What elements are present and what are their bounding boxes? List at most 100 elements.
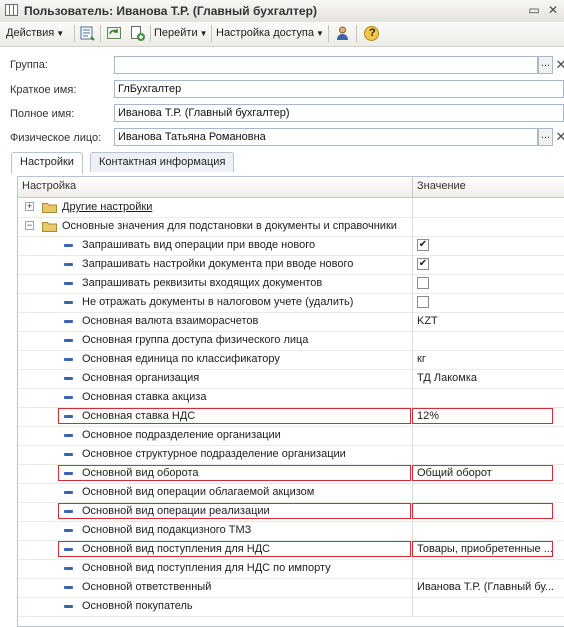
group-label-other: Другие настройки (62, 201, 153, 213)
table-row[interactable]: Запрашивать реквизиты входящих документо… (18, 274, 564, 294)
group-label: Группа: (10, 59, 48, 71)
column-divider (412, 331, 413, 350)
setting-item-icon (64, 282, 73, 285)
table-row[interactable]: Основное подразделение организации (18, 426, 564, 446)
setting-item-icon (64, 605, 73, 608)
tab-settings[interactable]: Настройки (11, 152, 83, 174)
short-name-field[interactable]: ГлБухгалтер (114, 80, 564, 98)
setting-item-icon (64, 434, 73, 437)
person-select-button[interactable]: ... (538, 128, 553, 146)
full-name-field[interactable]: Иванова Т.Р. (Главный бухгалтер) (114, 104, 564, 122)
column-divider (412, 274, 413, 293)
group-select-button[interactable]: ... (538, 56, 553, 74)
setting-item-icon (64, 339, 73, 342)
toolbar: Действия ▼ Перейти ▼ Настройка доступа ▼ ? (0, 22, 564, 47)
toolbar-divider (74, 25, 75, 42)
setting-item-icon (64, 244, 73, 247)
short-name-label: Краткое имя: (10, 84, 77, 96)
tab-contact-info[interactable]: Контактная информация (90, 152, 235, 172)
highlight-frame-name (58, 465, 411, 481)
person-clear-button[interactable]: ✕ (554, 128, 564, 146)
group-clear-button[interactable]: ✕ (554, 56, 564, 74)
setting-item-icon (64, 491, 73, 494)
column-header-value[interactable]: Значение (417, 180, 466, 192)
toolbar-divider (150, 25, 151, 42)
table-row[interactable]: Основной покупатель (18, 597, 564, 617)
access-settings-menu[interactable]: Настройка доступа ▼ (216, 24, 324, 43)
add-copy-icon[interactable] (129, 25, 146, 42)
setting-name: Основная ставка акциза (82, 391, 207, 403)
table-row[interactable]: Основная ставка акциза (18, 388, 564, 408)
setting-name: Основной вид поступления для НДС по импо… (82, 562, 331, 574)
setting-value[interactable]: KZT (417, 315, 557, 327)
setting-checkbox[interactable]: ✔ (417, 239, 429, 251)
highlight-frame-name (58, 541, 411, 557)
toolbar-divider (211, 25, 212, 42)
settings-table[interactable]: Настройка Значение + Другие настройки − … (17, 176, 564, 627)
setting-name: Основной вид подакцизного ТМЗ (82, 524, 252, 536)
table-row[interactable]: Основное структурное подразделение орган… (18, 445, 564, 465)
table-row[interactable]: Основной вид подакцизного ТМЗ (18, 521, 564, 541)
column-divider (412, 293, 413, 312)
folder-icon (42, 203, 57, 213)
table-row[interactable]: Основная организация ТД Лакомка (18, 369, 564, 389)
setting-name: Основное структурное подразделение орган… (82, 448, 346, 460)
setting-name: Основная группа доступа физического лица (82, 334, 309, 346)
setting-checkbox[interactable] (417, 277, 429, 289)
dropdown-arrow-icon: ▼ (56, 29, 65, 38)
setting-value[interactable]: ТД Лакомка (417, 372, 557, 384)
setting-item-icon (64, 358, 73, 361)
group-field[interactable] (114, 56, 538, 74)
toolbar-divider (328, 25, 329, 42)
toolbar-divider (356, 25, 357, 42)
table-row[interactable]: Основной вид операции облагаемой акцизом (18, 483, 564, 503)
column-divider (412, 312, 413, 331)
folder-icon (42, 222, 57, 232)
group-row-other[interactable]: + Другие настройки (18, 198, 564, 218)
person-label: Физическое лицо: (10, 132, 102, 144)
setting-checkbox[interactable]: ✔ (417, 258, 429, 270)
toolbar-divider (100, 25, 101, 42)
refresh-icon[interactable] (106, 25, 123, 42)
table-row[interactable]: Запрашивать вид операции при вводе новог… (18, 236, 564, 256)
save-close-icon[interactable] (79, 25, 96, 42)
expand-icon[interactable]: + (25, 202, 34, 211)
setting-item-icon (64, 263, 73, 266)
table-row[interactable]: Основной ответственный Иванова Т.Р. (Глав… (18, 578, 564, 598)
table-row[interactable]: Основная единица по классификатору кг (18, 350, 564, 370)
setting-name: Основная единица по классификатору (82, 353, 280, 365)
column-divider (412, 597, 413, 616)
collapse-icon[interactable]: − (25, 221, 34, 230)
setting-checkbox[interactable] (417, 296, 429, 308)
column-divider (412, 198, 413, 217)
actions-menu[interactable]: Действия ▼ (6, 24, 64, 43)
column-divider (412, 350, 413, 369)
column-divider (412, 255, 413, 274)
setting-value[interactable]: Иванова Т.Р. (Главный бу... (417, 581, 557, 593)
person-field[interactable]: Иванова Татьяна Романовна (114, 128, 538, 146)
setting-name: Основной ответственный (82, 581, 212, 593)
column-divider (412, 578, 413, 597)
setting-name: Основная организация (82, 372, 200, 384)
minimize-button[interactable]: ▭ (526, 3, 542, 18)
column-divider (412, 177, 413, 197)
table-row[interactable]: Основная группа доступа физического лица (18, 331, 564, 351)
column-divider (412, 521, 413, 540)
goto-menu[interactable]: Перейти ▼ (154, 24, 208, 43)
setting-item-icon (64, 301, 73, 304)
highlight-frame-value (412, 503, 553, 519)
table-row[interactable]: Не отражать документы в налоговом учете … (18, 293, 564, 313)
column-header-setting[interactable]: Настройка (22, 180, 76, 192)
table-row[interactable]: Основная валюта взаиморасчетов KZT (18, 312, 564, 332)
group-row-main-values[interactable]: − Основные значения для подстановки в до… (18, 217, 564, 237)
table-row[interactable]: Основной вид поступления для НДС по импо… (18, 559, 564, 579)
user-icon[interactable] (334, 25, 351, 42)
close-button[interactable]: ✕ (545, 3, 561, 18)
table-row[interactable]: Запрашивать настройки документа при ввод… (18, 255, 564, 275)
setting-value[interactable]: кг (417, 353, 557, 365)
highlight-frame-name (58, 408, 411, 424)
dropdown-arrow-icon: ▼ (315, 29, 324, 38)
setting-item-icon (64, 586, 73, 589)
setting-name: Основной вид операции облагаемой акцизом (82, 486, 315, 498)
highlight-frame-value (412, 465, 553, 481)
